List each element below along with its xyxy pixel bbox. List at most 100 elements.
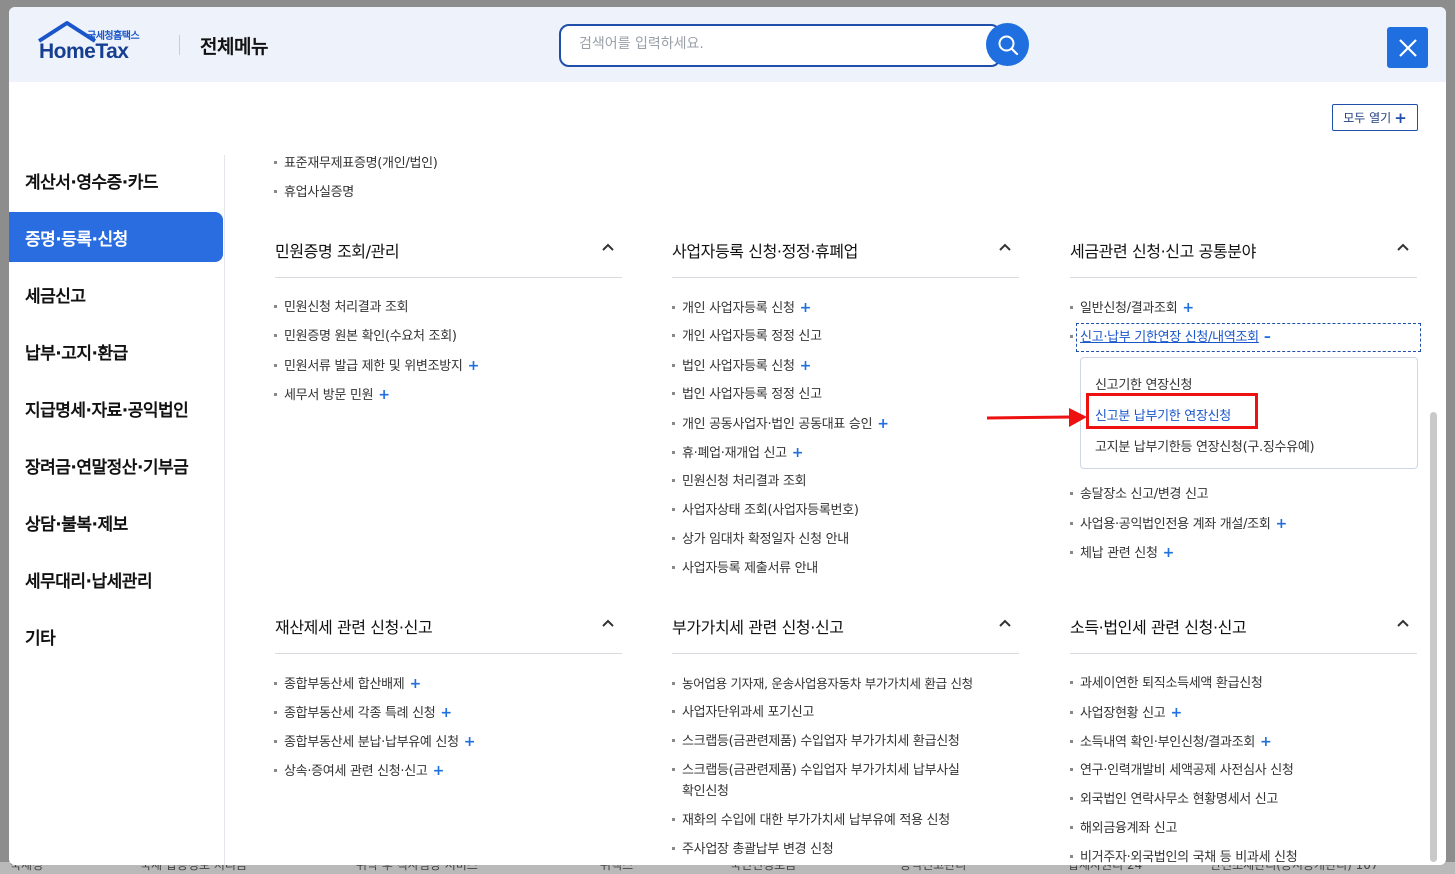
sidebar-item-etc[interactable]: 기타 — [9, 611, 223, 661]
menu-link[interactable]: 개인 공동사업자·법인 공동대표 승인 + — [672, 415, 889, 434]
plus-icon[interactable]: + — [1170, 705, 1182, 721]
menu-link[interactable]: 민원서류 발급 제한 및 위변조방지 + — [274, 357, 479, 376]
section-divider — [672, 653, 1019, 654]
plus-icon[interactable]: + — [440, 705, 452, 721]
sidebar-item-payment[interactable]: 납부·고지·환급 — [9, 326, 223, 376]
sidebar-item-consult[interactable]: 상담·불복·제보 — [9, 497, 223, 547]
menu-link[interactable]: 연구·인력개발비 세액공제 사전심사 신청 — [1070, 762, 1294, 780]
menu-link-label: 사업용·공익법인전용 계좌 개설/조회 — [1080, 517, 1271, 532]
menu-link[interactable]: 사업장현황 신고 + — [1070, 704, 1182, 723]
menu-link[interactable]: 민원증명 원본 확인(수요처 조회) — [274, 328, 457, 346]
sidebar-item-agent[interactable]: 세무대리·납세관리 — [9, 554, 223, 604]
menu-link-label: 스크랩등(금관련제품) 수입업자 부가가치세 납부사실 — [682, 763, 960, 778]
menu-link[interactable]: 개인 사업자등록 정정 신고 — [672, 328, 822, 346]
section-title[interactable]: 민원증명 조회/관리 — [275, 238, 400, 262]
menu-link[interactable]: 법인 사업자등록 신청 + — [672, 357, 811, 376]
chevron-up-icon[interactable] — [600, 241, 616, 253]
menu-link[interactable]: 일반신청/결과조회 + — [1070, 299, 1194, 318]
submenu-item[interactable]: 고지분 납부기한등 연장신청(구.징수유예) — [1095, 436, 1315, 455]
menu-link-continued[interactable]: 확인신청 — [682, 783, 729, 801]
menu-link-label: 해외금융계좌 신고 — [1080, 821, 1178, 836]
plus-icon[interactable]: + — [800, 358, 812, 374]
plus-icon[interactable]: + — [1260, 734, 1272, 750]
menu-link[interactable]: 법인 사업자등록 정정 신고 — [672, 386, 822, 404]
plus-icon[interactable]: + — [877, 416, 889, 432]
menu-link[interactable]: 재화의 수입에 대한 부가가치세 납부유예 적용 신청 — [672, 812, 950, 830]
chevron-up-icon[interactable] — [997, 617, 1013, 629]
menu-link[interactable]: 표준재무제표증명(개인/법인) — [274, 155, 438, 173]
menu-link-label: 개인 사업자등록 신청 — [682, 301, 795, 316]
menu-link[interactable]: 사업자등록 제출서류 안내 — [672, 560, 818, 578]
sidebar-divider — [224, 155, 225, 865]
section-title[interactable]: 세금관련 신청·신고 공통분야 — [1070, 238, 1256, 262]
sidebar-item-incentive[interactable]: 장려금·연말정산·기부금 — [9, 440, 223, 490]
chevron-up-icon[interactable] — [997, 241, 1013, 253]
menu-link[interactable]: 송달장소 신고/변경 신고 — [1070, 486, 1209, 504]
menu-link[interactable]: 농어업용 기자재, 운송사업용자동차 부가가치세 환급 신청 — [672, 675, 973, 693]
section-title[interactable]: 재산제세 관련 신청·신고 — [275, 614, 433, 638]
menu-link[interactable]: 사업용·공익법인전용 계좌 개설/조회 + — [1070, 515, 1287, 534]
sidebar-item-statement[interactable]: 지급명세·자료·공익법인 — [9, 383, 223, 433]
menu-link[interactable]: 스크랩등(금관련제품) 수입업자 부가가치세 납부사실 — [672, 762, 960, 780]
hometax-logo[interactable]: 국세청홈택스 HomeTax — [37, 21, 167, 67]
menu-link-label: 개인 공동사업자·법인 공동대표 승인 — [682, 417, 873, 432]
menu-link[interactable]: 민원신청 처리결과 조회 — [672, 473, 807, 491]
menu-link[interactable]: 종합부동산세 각종 특례 신청 + — [274, 704, 452, 723]
plus-icon[interactable]: + — [433, 763, 445, 779]
menu-link[interactable]: 휴업사실증명 — [274, 184, 354, 202]
scrollbar-thumb[interactable] — [1430, 412, 1437, 862]
menu-link-label: 주사업장 총괄납부 변경 신청 — [682, 842, 834, 857]
menu-link[interactable]: 휴·폐업·재개업 신고 + — [672, 444, 804, 463]
menu-link[interactable]: 종합부동산세 분납·납부유예 신청 + — [274, 733, 475, 752]
menu-link[interactable]: 외국법인 연락사무소 현황명세서 신고 — [1070, 791, 1278, 809]
plus-icon[interactable]: + — [792, 445, 804, 461]
menu-link[interactable]: 사업자상태 조회(사업자등록번호) — [672, 502, 859, 520]
expand-all-button[interactable]: 모두 열기 + — [1332, 104, 1418, 131]
menu-link[interactable]: 종합부동산세 합산배제 + — [274, 675, 421, 694]
menu-link[interactable]: 소득내역 확인·부인신청/결과조회 + — [1070, 733, 1272, 752]
menu-link[interactable]: 상속·증여세 관련 신청·신고 + — [274, 762, 444, 781]
menu-link-label: 휴·폐업·재개업 신고 — [682, 446, 787, 461]
chevron-up-icon[interactable] — [1395, 617, 1411, 629]
search-button[interactable] — [986, 23, 1029, 66]
chevron-up-icon[interactable] — [600, 617, 616, 629]
menu-link[interactable]: 세무서 방문 민원 + — [274, 386, 390, 405]
menu-link[interactable]: 사업자단위과세 포기신고 — [672, 704, 814, 722]
menu-link[interactable]: 민원신청 처리결과 조회 — [274, 299, 409, 317]
section-title[interactable]: 부가가치세 관련 신청·신고 — [672, 614, 844, 638]
menu-link[interactable]: 과세이연한 퇴직소득세액 환급신청 — [1070, 675, 1263, 693]
menu-link[interactable]: 스크랩등(금관련제품) 수입업자 부가가치세 환급신청 — [672, 733, 960, 751]
section-title[interactable]: 사업자등록 신청·정정·휴폐업 — [672, 238, 858, 262]
sidebar-item-label: 기타 — [25, 628, 56, 649]
plus-icon[interactable]: + — [409, 676, 421, 692]
menu-link[interactable]: 개인 사업자등록 신청 + — [672, 299, 811, 318]
menu-link[interactable]: 상가 임대차 확정일자 신청 안내 — [672, 531, 849, 549]
minus-icon[interactable]: – — [1264, 328, 1271, 346]
section-title[interactable]: 소득·법인세 관련 신청·신고 — [1070, 614, 1247, 638]
section-divider — [1070, 277, 1417, 278]
menu-link-label: 개인 사업자등록 정정 신고 — [682, 329, 822, 344]
menu-link-label: 상속·증여세 관련 신청·신고 — [284, 764, 428, 779]
sidebar-item-certificate[interactable]: 증명·등록·신청 — [9, 212, 223, 262]
plus-icon[interactable]: + — [464, 734, 476, 750]
menu-link[interactable]: 비거주자·외국법인의 국채 등 비과세 신청 — [1070, 849, 1298, 865]
modal-header: 국세청홈택스 HomeTax 전체메뉴 — [9, 7, 1446, 82]
close-button[interactable] — [1387, 27, 1428, 68]
menu-link[interactable]: 체납 관련 신청 + — [1070, 544, 1174, 563]
search-input[interactable] — [579, 36, 979, 52]
plus-icon[interactable]: + — [800, 300, 812, 316]
plus-icon[interactable]: + — [1275, 516, 1287, 532]
plus-icon[interactable]: + — [1163, 545, 1175, 561]
menu-link[interactable]: 해외금융계좌 신고 — [1070, 820, 1177, 838]
menu-link-label: 상가 임대차 확정일자 신청 안내 — [682, 532, 849, 547]
menu-link-label: 표준재무제표증명(개인/법인) — [284, 156, 438, 171]
submenu-item[interactable]: 신고기한 연장신청 — [1095, 374, 1192, 393]
plus-icon[interactable]: + — [378, 387, 390, 403]
plus-icon[interactable]: + — [1182, 300, 1194, 316]
menu-link[interactable]: 주사업장 총괄납부 변경 신청 — [672, 841, 834, 859]
chevron-up-icon[interactable] — [1395, 241, 1411, 253]
plus-icon[interactable]: + — [468, 358, 480, 374]
menu-link-expanded[interactable]: 신고·납부 기한연장 신청/내역조회 – — [1070, 328, 1271, 347]
sidebar-item-invoice[interactable]: 계산서·영수증·카드 — [9, 155, 223, 205]
sidebar-item-tax-report[interactable]: 세금신고 — [9, 269, 223, 319]
